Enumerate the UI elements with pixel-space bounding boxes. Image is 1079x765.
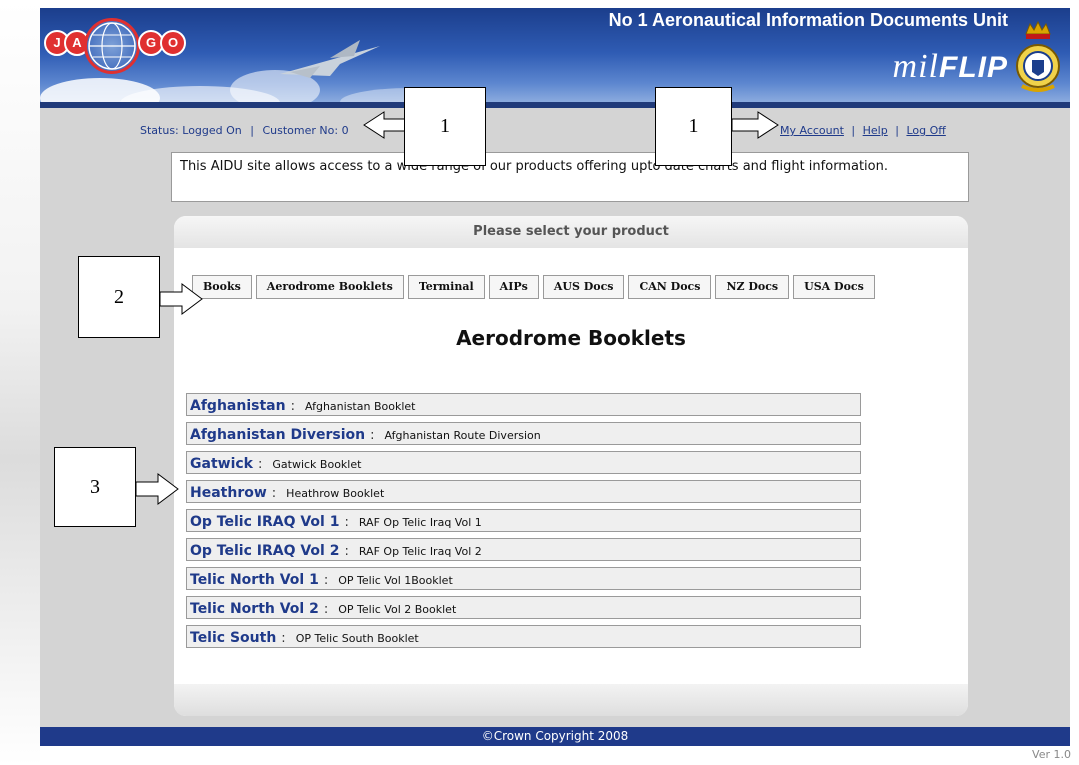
booklet-row-telic-north-vol-1[interactable]: Telic North Vol 1: OP Telic Vol 1Booklet [186,567,861,590]
log-off-link[interactable]: Log Off [906,124,945,137]
booklet-name[interactable]: Op Telic IRAQ Vol 2 [190,543,339,559]
status-separator: | [250,124,254,137]
callout-arrow-right-icon [731,111,779,139]
intro-text: This AIDU site allows access to a wide r… [171,152,969,202]
site-title: No 1 Aeronautical Information Documents … [608,10,1008,30]
booklet-name[interactable]: Op Telic IRAQ Vol 1 [190,514,339,530]
booklet-separator: : [344,515,349,530]
panel-heading: Please select your product [174,216,968,248]
milflip-brand: milFLIP [893,48,1008,86]
tab-usa-docs[interactable]: USA Docs [793,275,875,299]
left-gradient-strip [0,0,40,765]
booklet-description: Afghanistan Route Diversion [384,429,541,442]
tab-terminal[interactable]: Terminal [407,275,485,299]
my-account-link[interactable]: My Account [780,124,844,137]
booklet-name[interactable]: Telic South [190,630,276,646]
status-text: Status: Logged On [140,124,242,137]
callout-arrow-right-icon [135,473,179,505]
booklet-description: Afghanistan Booklet [304,400,416,413]
copyright-footer: ©Crown Copyright 2008 [40,727,1070,746]
booklet-separator: : [281,631,286,646]
panel-footer [174,684,968,716]
booklet-separator: : [323,573,329,588]
booklet-description: OP Telic Vol 2 Booklet [338,603,457,616]
booklet-separator: : [370,428,375,443]
raf-crest-icon [1016,20,1060,92]
booklet-name[interactable]: Heathrow [190,485,267,501]
site-header: J A G O No 1 Aeronautical Information Do… [40,8,1070,108]
booklet-description: Heathrow Booklet [286,487,385,500]
customer-number: Customer No: 0 [262,124,349,137]
brand-prefix: mil [892,48,939,85]
callout-box-3-list: 3 [54,447,136,527]
booklet-row-afghanistan-diversion[interactable]: Afghanistan Diversion: Afghanistan Route … [186,422,861,445]
booklet-row-telic-south[interactable]: Telic South: OP Telic South Booklet [186,625,861,648]
booklet-separator: : [257,457,263,472]
product-tabs: Books Aerodrome Booklets Terminal AIPs A… [192,275,879,299]
header-bottom-bar [40,102,1070,108]
booklet-name[interactable]: Gatwick [190,456,253,472]
booklet-name[interactable]: Telic North Vol 2 [190,601,319,617]
booklet-list: Afghanistan: Afghanistan Booklet Afghanis… [186,393,861,654]
booklet-description: OP Telic South Booklet [295,632,419,645]
booklet-row-gatwick[interactable]: Gatwick: Gatwick Booklet [186,451,861,474]
booklet-separator: : [290,399,295,414]
brand-main: FLIP [939,51,1008,84]
booklet-row-heathrow[interactable]: Heathrow: Heathrow Booklet [186,480,861,503]
tab-can-docs[interactable]: CAN Docs [628,275,712,299]
callout-box-1-status: 1 [404,87,486,166]
product-panel: Please select your product Books Aerodro… [174,216,968,716]
booklet-name[interactable]: Afghanistan [190,398,286,414]
booklet-row-afghanistan[interactable]: Afghanistan: Afghanistan Booklet [186,393,861,416]
booklet-separator: : [323,602,329,617]
section-title: Aerodrome Booklets [456,326,686,350]
account-links: My Account | Help | Log Off [780,124,946,137]
jet-aircraft-icon [280,40,380,78]
logo-letter-o: O [160,30,186,56]
status-bar: Status: Logged On | Customer No: 0 [140,124,349,137]
callout-box-1-account: 1 [655,87,732,166]
booklet-row-telic-north-vol-2[interactable]: Telic North Vol 2: OP Telic Vol 2 Booklet [186,596,861,619]
tab-aerodrome-booklets[interactable]: Aerodrome Booklets [255,275,404,299]
booklet-description: RAF Op Telic Iraq Vol 1 [358,516,482,529]
help-link[interactable]: Help [863,124,888,137]
link-separator: | [851,124,856,137]
callout-box-2-tabs: 2 [78,256,160,338]
tab-aips[interactable]: AIPs [488,275,539,299]
booklet-row-op-telic-iraq-vol-2[interactable]: Op Telic IRAQ Vol 2: RAF Op Telic Iraq Vo… [186,538,861,561]
jago-logo[interactable]: J A G O [44,16,186,76]
booklet-description: OP Telic Vol 1Booklet [338,574,453,587]
tab-nz-docs[interactable]: NZ Docs [715,275,790,299]
booklet-name[interactable]: Afghanistan Diversion [190,427,365,443]
booklet-separator: : [344,544,349,559]
booklet-description: Gatwick Booklet [272,458,362,471]
link-separator: | [895,124,899,137]
booklet-row-op-telic-iraq-vol-1[interactable]: Op Telic IRAQ Vol 1: RAF Op Telic Iraq Vo… [186,509,861,532]
tab-aus-docs[interactable]: AUS Docs [542,275,625,299]
booklet-description: RAF Op Telic Iraq Vol 2 [358,545,482,558]
globe-icon [84,18,140,74]
page-container: J A G O No 1 Aeronautical Information Do… [40,8,1070,746]
version-label: Ver 1.0 [1032,748,1071,761]
booklet-name[interactable]: Telic North Vol 1 [190,572,319,588]
booklet-separator: : [271,486,277,501]
callout-arrow-right-icon [159,283,203,315]
